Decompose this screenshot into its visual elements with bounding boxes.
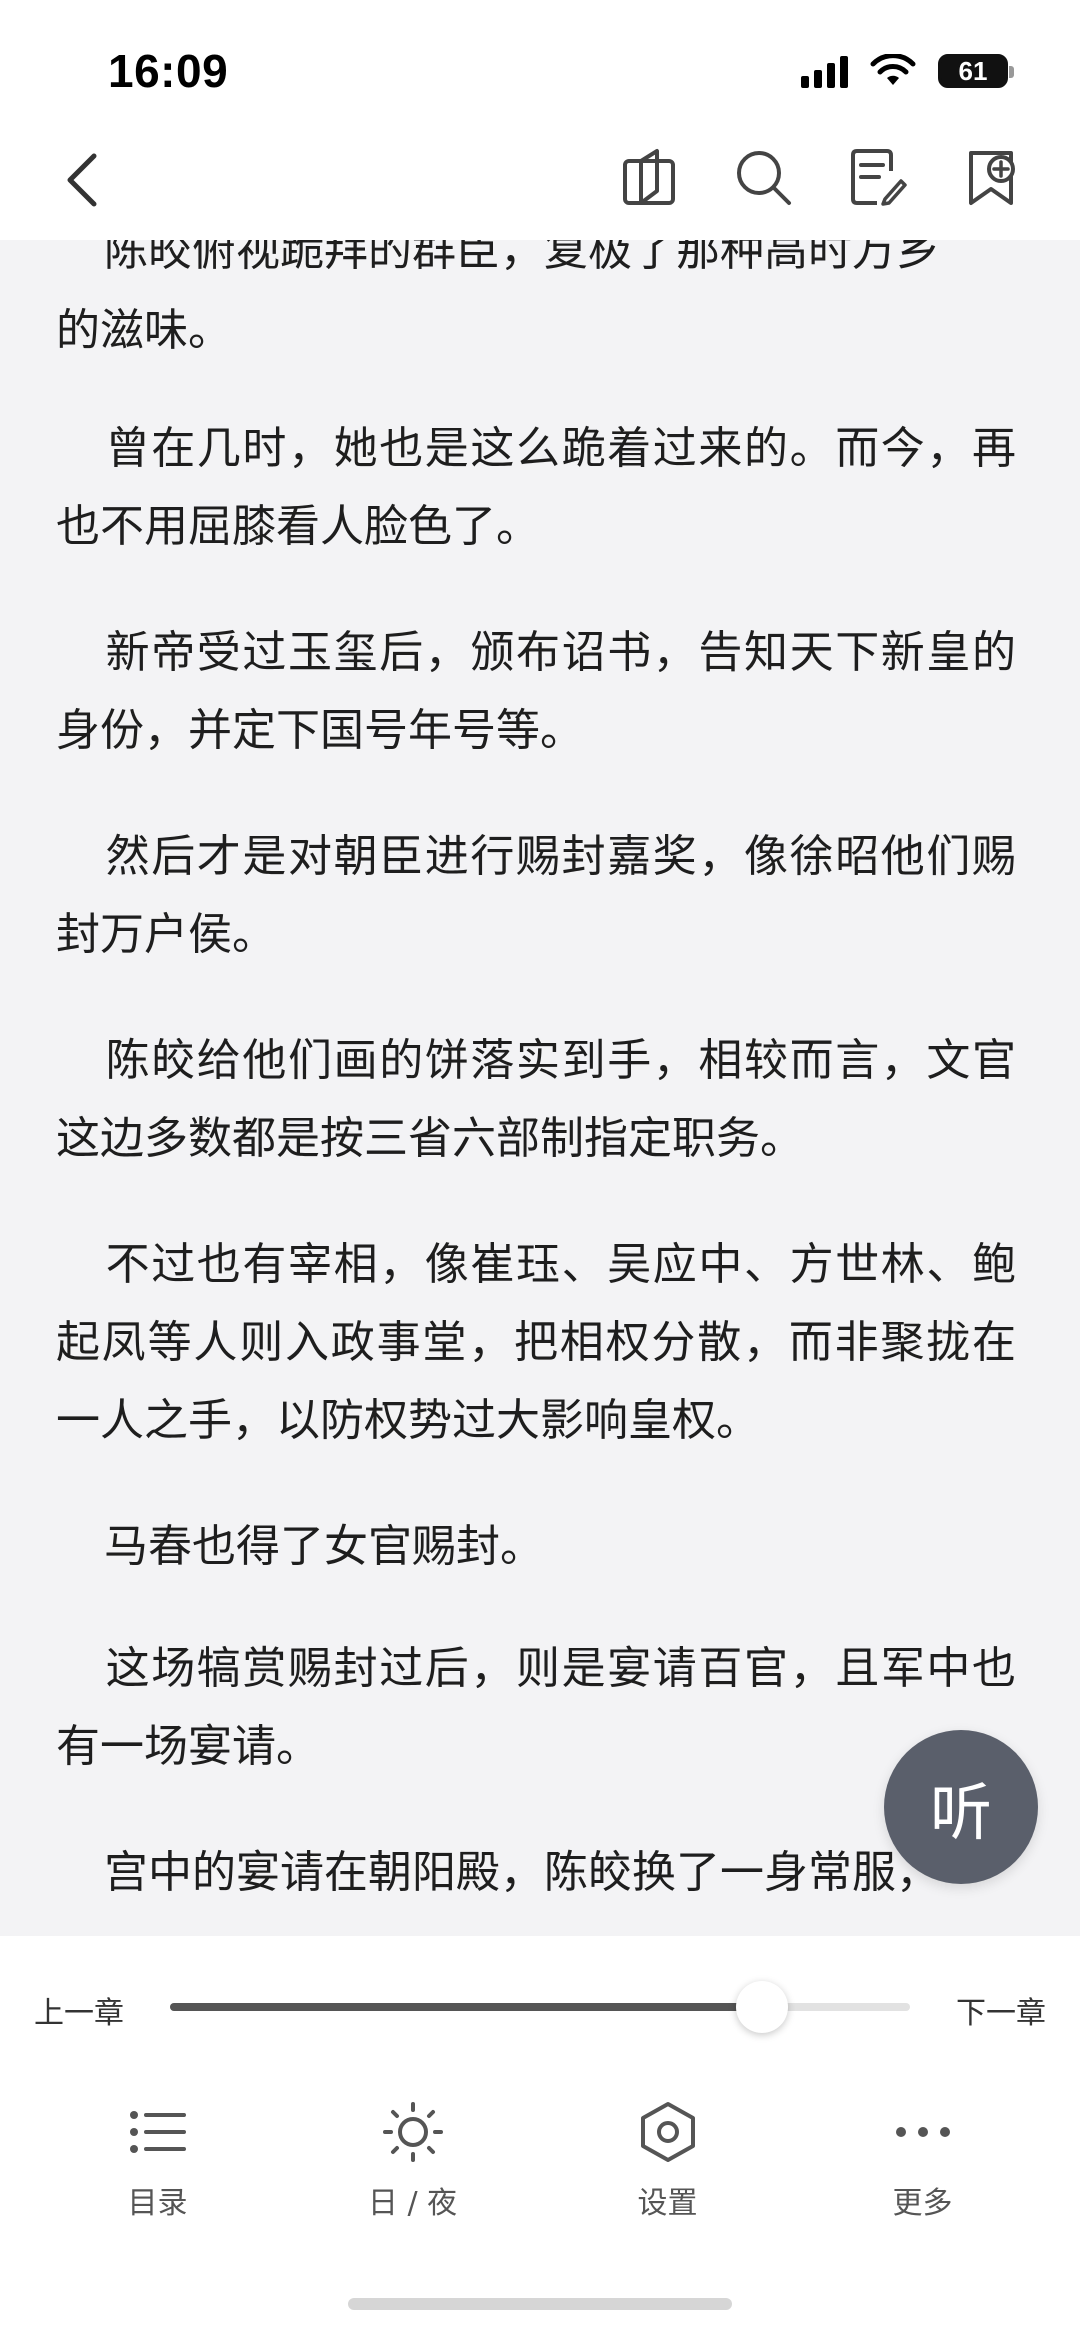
settings-label: 设置 [637,2186,698,2221]
more-icon [895,2127,950,2137]
top-bar: 16:09 61 [0,0,1080,240]
slider-fill [170,2003,762,2011]
toc-button[interactable]: 目录 [78,2100,238,2250]
chevron-left-icon [67,153,97,207]
wifi-icon [870,54,916,85]
signal-icon [801,54,848,88]
reading-area[interactable]: 陈皎俯视跪拜的群臣，复极了那种高时万乡 的滋味。 曾在几时，她也是这么跪着过来的… [0,240,1080,1936]
paragraph: 新帝受过玉玺后，颁布诏书，告知天下新皇的身份，并定下国号年号等。 [56,627,1016,756]
book-details-icon [623,149,675,205]
header-actions [618,146,1022,208]
battery-icon: 61 [938,54,1014,88]
paragraph: 不过也有宰相，像崔珏、吴应中、方世林、鲍起凤等人则入政事堂，把相权分散，而非聚拢… [56,1239,1016,1446]
more-label: 更多 [892,2186,953,2221]
status-icons: 61 [801,50,1014,92]
slider-thumb[interactable] [736,1981,788,2033]
sun-icon [382,2102,443,2162]
notes-icon [851,149,907,206]
paragraph: 陈皎给他们画的饼落实到手，相较而言，文官这边多数都是按三省六部制指定职务。 [56,1035,1016,1164]
bottom-panel: 上一章 下一章 目录 日 / 夜 设置 更多 [0,1936,1080,2337]
bottom-toolbar: 目录 日 / 夜 设置 更多 [0,2100,1080,2250]
listen-button[interactable]: 听 [884,1730,1038,1884]
list-icon [129,2111,186,2153]
day-night-toggle[interactable]: 日 / 夜 [333,2100,493,2250]
notes-button[interactable] [846,146,908,208]
settings-icon [640,2102,695,2162]
paragraph: 的滋味。 [56,305,232,356]
chapter-progress-slider[interactable] [170,1981,910,2033]
add-bookmark-button[interactable] [960,146,1022,208]
paragraph: 这场犒赏赐封过后，则是宴请百官，且军中也有一场宴请。 [56,1643,1016,1772]
more-button[interactable]: 更多 [843,2100,1003,2250]
home-indicator[interactable] [348,2298,732,2310]
paragraph: 曾在几时，她也是这么跪着过来的。而今，再也不用屈膝看人脸色了。 [56,423,1016,552]
book-details-button[interactable] [618,146,680,208]
paragraph: 马春也得了女官赐封。 [104,1521,544,1572]
paragraph: 宫中的宴请在朝阳殿，陈皎换了一身常服， [104,1847,940,1898]
paragraph: 然后才是对朝臣进行赐封嘉奖，像徐昭他们赐封万户侯。 [56,831,1016,960]
chapter-navigation: 上一章 下一章 [0,1936,1080,2072]
status-time: 16:09 [108,45,229,97]
search-button[interactable] [732,146,794,208]
paragraph: 陈皎俯视跪拜的群臣，复极了那种高时万乡 [104,240,940,276]
prev-chapter-button[interactable]: 上一章 [34,1988,124,2032]
next-chapter-button[interactable]: 下一章 [956,1988,1046,2032]
listen-label: 听 [929,1776,992,1849]
toc-label: 目录 [127,2186,188,2221]
day-night-label: 日 / 夜 [367,2186,458,2221]
battery-level: 61 [958,55,988,86]
search-icon [737,151,791,205]
back-button[interactable] [58,148,108,212]
bookmark-add-icon [969,151,1015,205]
settings-button[interactable]: 设置 [588,2100,748,2250]
